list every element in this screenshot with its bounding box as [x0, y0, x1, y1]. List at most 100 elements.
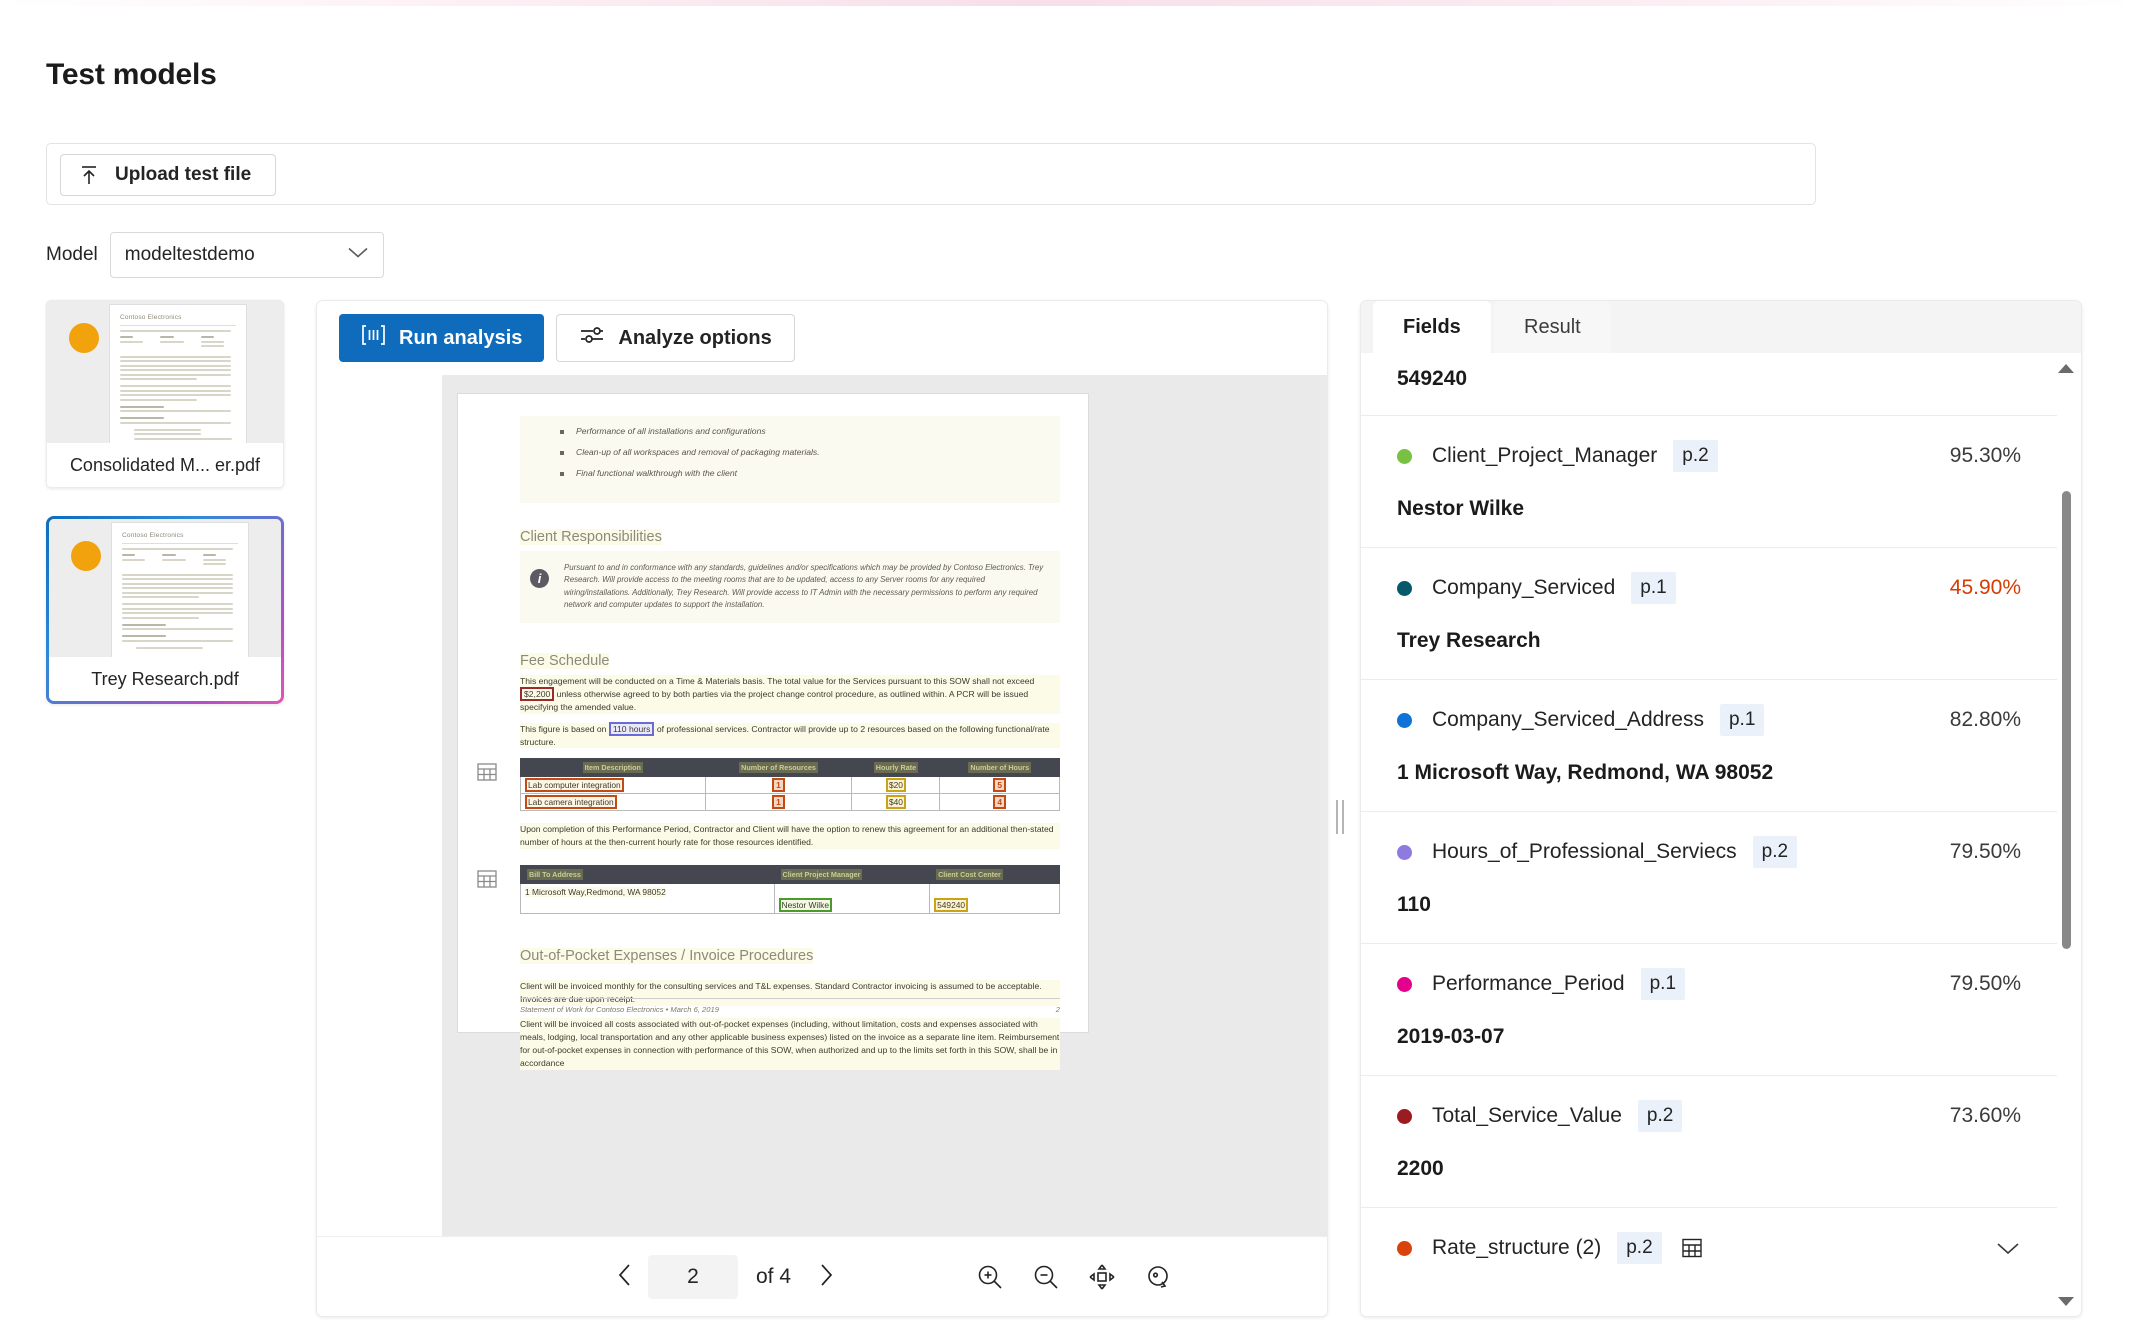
document-thumbnail-rail: Contoso Electronics Consolidated M... er…	[46, 300, 284, 732]
cell-text: 1	[772, 778, 785, 793]
fee-p1-a: This engagement will be conducted on a T…	[520, 676, 1035, 686]
thumb-doc-heading: Contoso Electronics	[122, 532, 184, 539]
thumbnail-card-consolidated[interactable]: Contoso Electronics Consolidated M... er…	[46, 300, 284, 488]
field-value: 1 Microsoft Way, Redmond, WA 98052	[1397, 761, 1774, 784]
scroll-down-arrow-icon[interactable]	[2057, 1290, 2075, 1312]
thumbnail-card-trey-research[interactable]: Contoso Electronics Trey Research.pdf	[46, 516, 284, 704]
doc-heading-fee-schedule: Fee Schedule	[520, 653, 610, 669]
file-status-dot	[69, 323, 99, 353]
file-status-dot	[71, 541, 101, 571]
doc-bullet: Final functional walkthrough with the cl…	[560, 468, 1060, 478]
thumbnail-preview: Contoso Electronics	[49, 519, 281, 663]
field-page-badge: p.1	[1640, 968, 1686, 1000]
table-icon[interactable]	[476, 868, 498, 890]
page-number-input[interactable]	[648, 1254, 738, 1299]
run-analysis-button[interactable]: Run analysis	[339, 314, 545, 362]
field-value: 110	[1397, 893, 1431, 916]
field-confidence: 82.80%	[1949, 708, 2021, 731]
cell-text: $40	[885, 795, 906, 810]
pager: of 4	[602, 1254, 849, 1300]
field-name: Performance_Period	[1432, 972, 1625, 995]
doc-bullet: Clean-up of all workspaces and removal o…	[560, 447, 1060, 457]
page-title: Test models	[46, 58, 217, 91]
field-row-partial-top[interactable]: 549240	[1361, 353, 2057, 416]
canvas-left-margin	[317, 375, 442, 1236]
th-label: Number of Hours	[968, 762, 1032, 774]
field-color-dot	[1397, 844, 1412, 860]
zoom-in-icon[interactable]	[969, 1256, 1011, 1298]
table-header-row: Bill To Address Client Project Manager C…	[520, 865, 1060, 885]
field-color-dot	[1397, 448, 1412, 464]
tab-fields[interactable]: Fields	[1373, 301, 1491, 353]
tab-result[interactable]: Result	[1494, 301, 1611, 353]
field-row[interactable]: Performance_Period p.1 79.50% 2019-03-07	[1361, 944, 2057, 1076]
document-page-render: Performance of all installations and con…	[457, 393, 1089, 1070]
fields-scrollbar[interactable]	[2057, 353, 2075, 1316]
field-value: 2200	[1397, 1157, 1444, 1180]
field-value: 549240	[1397, 367, 1468, 390]
model-select-value: modeltestdemo	[124, 244, 255, 265]
doc-footer-left: Statement of Work for Contoso Electronic…	[520, 1005, 719, 1014]
run-analysis-label: Run analysis	[399, 326, 523, 349]
scrollbar-thumb[interactable]	[2062, 491, 2071, 949]
fields-scroll-region[interactable]: 549240 Client_Project_Manager p.2 95.30%…	[1361, 353, 2057, 1316]
field-row[interactable]: Total_Service_Value p.2 73.60% 2200	[1361, 1076, 2057, 1208]
table-cell: 549240	[929, 883, 1060, 915]
field-row-table[interactable]: Rate_structure (2) p.2	[1361, 1208, 2057, 1290]
table-header-row: Item Description Number of Resources Hou…	[520, 758, 1060, 778]
field-row[interactable]: Company_Serviced p.1 45.90% Trey Researc…	[1361, 548, 2057, 680]
previous-page-button[interactable]	[602, 1254, 648, 1300]
rotate-icon[interactable]	[1137, 1256, 1179, 1298]
cell-text: 4	[993, 795, 1007, 810]
field-value: Nestor Wilke	[1397, 497, 1525, 520]
doc-footer: Statement of Work for Contoso Electronic…	[520, 998, 1060, 1014]
upload-test-file-label: Upload test file	[115, 164, 252, 185]
table-icon[interactable]	[1680, 1236, 1704, 1260]
chevron-right-icon	[818, 1262, 834, 1291]
field-row[interactable]: Company_Serviced_Address p.1 82.80% 1 Mi…	[1361, 680, 2057, 812]
field-confidence: 79.50%	[1949, 840, 2021, 863]
field-row[interactable]: Client_Project_Manager p.2 95.30% Nestor…	[1361, 416, 2057, 548]
fee-p2-a: This figure is based on	[520, 723, 609, 734]
cell-text: 5	[993, 778, 1007, 793]
table-cell: 1	[704, 793, 853, 812]
field-color-dot	[1397, 1108, 1412, 1124]
th-label: Client Project Manager	[780, 869, 863, 881]
model-select[interactable]: modeltestdemo	[109, 232, 384, 278]
fee-p1-b: unless otherwise agreed to by both parti…	[520, 688, 1029, 712]
field-page-badge: p.2	[1637, 1100, 1683, 1132]
highlight-client-cost-center: 549240	[934, 898, 969, 913]
upload-test-file-button[interactable]: Upload test file	[60, 154, 277, 196]
next-page-button[interactable]	[803, 1254, 849, 1300]
zoom-out-icon[interactable]	[1025, 1256, 1067, 1298]
table-cell: Nestor Wilke	[773, 883, 931, 915]
doc-fee-paragraph-2: This figure is based on 110 hours of pro…	[520, 721, 1060, 749]
analyze-options-button[interactable]: Analyze options	[556, 314, 795, 362]
table-row: Lab computer integration 1 $20 5	[520, 776, 1060, 795]
panel-splitter-handle[interactable]	[1336, 800, 1344, 834]
highlight-total-service-value: $2,200	[520, 686, 555, 701]
doc-bullet: Performance of all installations and con…	[560, 426, 1060, 436]
chevron-down-icon[interactable]	[1995, 1240, 2021, 1256]
table-header-cell: Client Cost Center	[929, 865, 1060, 885]
table-icon[interactable]	[476, 761, 498, 783]
doc-rate-table-wrap: Item Description Number of Resources Hou…	[477, 758, 1060, 812]
tab-result-label: Result	[1524, 315, 1581, 338]
viewer-canvas[interactable]: Performance of all installations and con…	[317, 375, 1327, 1236]
table-header-cell: Number of Hours	[939, 758, 1060, 778]
cell-text: 1	[772, 795, 785, 810]
field-confidence: 79.50%	[1949, 972, 2021, 995]
doc-rate-table: Item Description Number of Resources Hou…	[520, 758, 1060, 812]
field-value: Trey Research	[1397, 629, 1541, 652]
th-label: Client Cost Center	[936, 869, 1003, 881]
field-page-badge: p.2	[1673, 440, 1718, 472]
thumbnail-page-render: Contoso Electronics	[109, 304, 247, 445]
scroll-up-arrow-icon[interactable]	[2057, 357, 2075, 379]
field-page-badge: p.1	[1719, 704, 1765, 736]
cell-text: 1 Microsoft Way,Redmond, WA 98052	[525, 887, 666, 898]
field-page-badge: p.2	[1617, 1232, 1662, 1264]
fit-to-page-icon[interactable]	[1081, 1256, 1123, 1298]
table-cell: $40	[851, 793, 941, 812]
field-row[interactable]: Hours_of_Professional_Serviecs p.2 79.50…	[1361, 812, 2057, 944]
th-label: Bill To Address	[527, 869, 583, 881]
